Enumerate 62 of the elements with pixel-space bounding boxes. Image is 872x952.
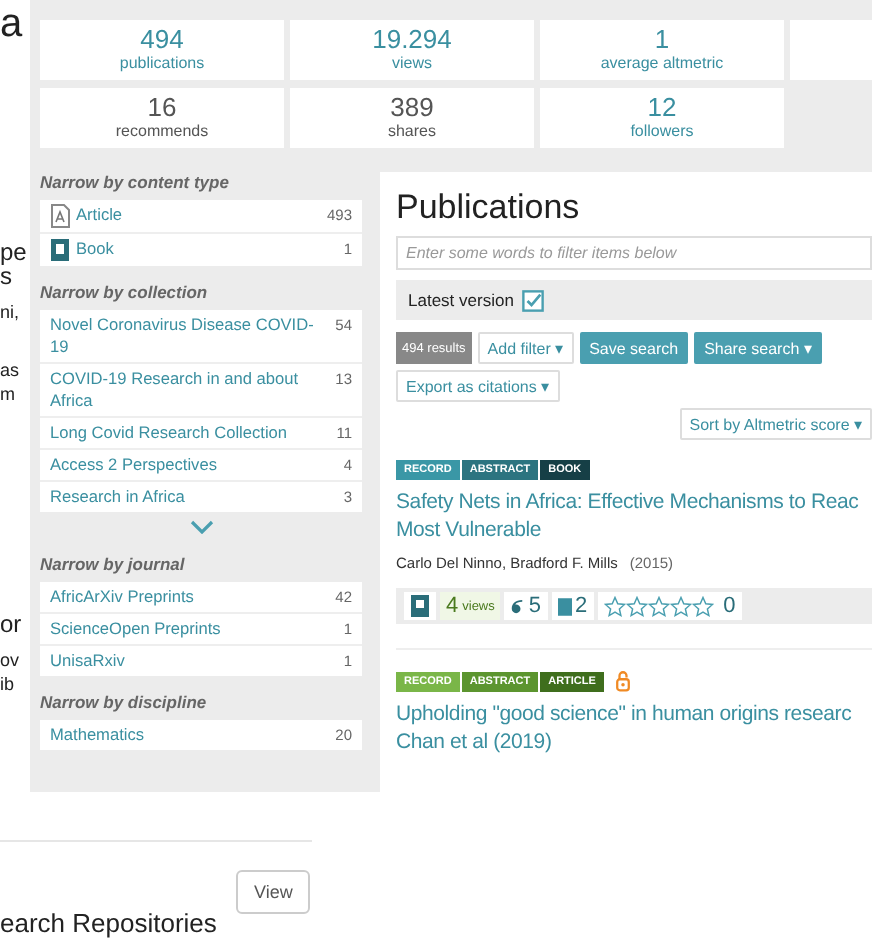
- stat-value[interactable]: 494: [140, 26, 184, 54]
- facet-heading: Narrow by collection: [40, 282, 210, 302]
- page-text-fragment: s: [0, 264, 12, 288]
- publication-title[interactable]: Safety Nets in Africa: Effective Mechanisms to Reac Most Vulnerable: [396, 488, 872, 544]
- facet-label: AfricArXiv Preprints: [50, 586, 196, 608]
- facet-label: Access 2 Perspectives: [50, 454, 219, 476]
- view-button[interactable]: View: [236, 870, 311, 914]
- facet-label: Mathematics: [50, 724, 147, 746]
- star-icon[interactable]: [647, 595, 670, 617]
- page-text-fragment: ov: [0, 652, 20, 670]
- facet-label: COVID-19 Research in and about Africa: [50, 368, 301, 412]
- recommends-count: 2: [551, 592, 594, 620]
- page-text-fragment: pe: [0, 240, 27, 264]
- facet-label: Novel Coronavirus Disease COVID-19: [50, 314, 316, 358]
- chevron-down-icon[interactable]: [189, 520, 213, 534]
- book-icon: [410, 594, 430, 618]
- export-button[interactable]: Export as citations ▾: [396, 370, 560, 402]
- sort-dropdown[interactable]: Sort by Altmetric score ▾: [679, 408, 872, 440]
- share-search-button[interactable]: Share search ▾: [694, 332, 822, 364]
- page-heading: Publications: [396, 188, 582, 228]
- star-icon[interactable]: [691, 595, 714, 617]
- stat-value[interactable]: 12: [647, 94, 677, 122]
- stat-label[interactable]: views: [391, 54, 432, 74]
- page-text-fragment: m: [0, 386, 15, 404]
- facet-heading: Narrow by content type: [40, 172, 231, 192]
- stat-label[interactable]: followers: [630, 122, 694, 142]
- stat-label: shares: [387, 122, 436, 142]
- stat-value[interactable]: 1: [654, 26, 670, 54]
- filter-input[interactable]: Enter some words to filter items below: [396, 236, 872, 270]
- add-filter-button[interactable]: Add filter ▾: [477, 332, 574, 364]
- page-text-fragment: or: [0, 612, 22, 636]
- publication-title[interactable]: Upholding "good science" in human origins researc Chan et al (2019): [396, 700, 872, 756]
- page-text-fragment: ib: [0, 676, 15, 694]
- facet-heading: Narrow by discipline: [40, 692, 209, 712]
- facet-label: Research in Africa: [50, 486, 187, 508]
- facet-label: Article: [76, 204, 125, 226]
- bookmark-icon: [557, 597, 572, 615]
- star-icon[interactable]: [669, 595, 692, 617]
- rating-count: 0: [723, 594, 736, 618]
- citations-count: 5: [504, 592, 548, 620]
- stat-value: 389: [390, 94, 434, 122]
- checkbox[interactable]: [521, 289, 544, 311]
- facet-label: ScienceOpen Preprints: [50, 618, 223, 640]
- page-text-fragment: a: [0, 4, 23, 44]
- stat-value: 16: [147, 94, 177, 122]
- checkbox-label: Latest version: [408, 290, 514, 310]
- quote-icon: [510, 597, 525, 615]
- facet-heading: Narrow by journal: [40, 554, 187, 574]
- open-lock-icon: [615, 670, 630, 692]
- stat-label[interactable]: average altmetric: [600, 54, 724, 74]
- stat-value[interactable]: 19.294: [372, 26, 452, 54]
- facet-label: UnisaRxiv: [50, 650, 127, 672]
- save-search-button[interactable]: Save search: [579, 332, 689, 364]
- stat-label[interactable]: publications: [119, 54, 205, 74]
- section-heading: earch Repositories: [0, 908, 219, 938]
- stat-label: recommends: [115, 122, 209, 142]
- page-text-fragment: as: [0, 362, 20, 380]
- star-icon[interactable]: [625, 595, 648, 617]
- star-icon[interactable]: [603, 595, 626, 617]
- page-text-fragment: ni,: [0, 304, 20, 322]
- facet-label: Book: [76, 238, 116, 260]
- facet-label: Long Covid Research Collection: [50, 422, 290, 444]
